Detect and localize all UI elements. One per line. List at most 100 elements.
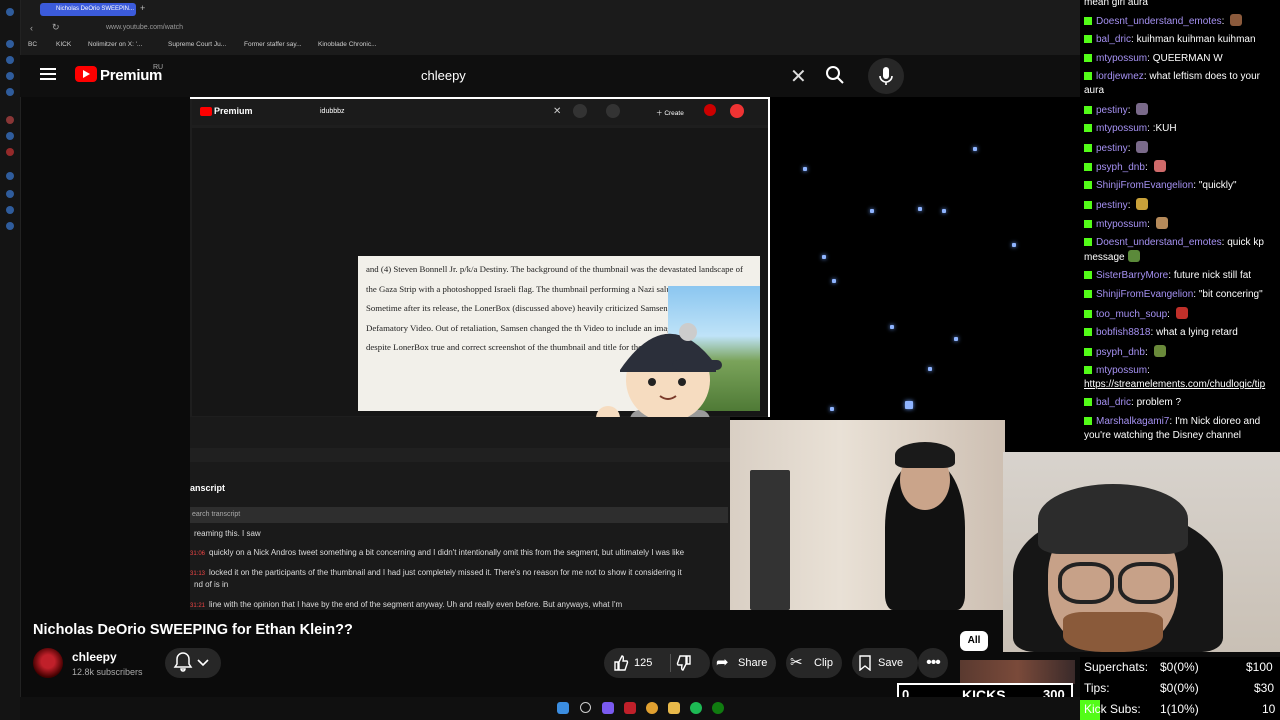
chat-username[interactable]: mtypossum <box>1096 219 1147 230</box>
bookmark-item[interactable]: KICK <box>56 41 71 48</box>
discord-icon[interactable] <box>602 702 614 714</box>
chat-username[interactable]: too_much_soup <box>1096 309 1167 320</box>
menu-icon[interactable] <box>40 68 56 80</box>
sidebar-app-icon[interactable] <box>6 8 14 16</box>
chat-username[interactable]: pestiny <box>1096 105 1128 116</box>
chat-username[interactable]: mtypossum <box>1096 365 1147 376</box>
bookmark-item[interactable]: Kinoblade Chronic... <box>318 41 377 48</box>
transcript-line: reaming this. I saw <box>194 529 261 538</box>
browser-tab[interactable]: Nicholas DeOrio SWEEPIN... <box>40 3 136 16</box>
search-input[interactable] <box>408 58 816 94</box>
like-dislike-group: 125 <box>604 648 710 678</box>
search-icon[interactable] <box>580 702 591 713</box>
recommended-thumbnail[interactable] <box>960 660 1075 684</box>
thumbs-down-icon <box>676 655 691 671</box>
chat-username[interactable]: Marshalkagami7 <box>1096 416 1169 427</box>
particle <box>832 279 836 283</box>
notification-icon <box>704 104 716 116</box>
chrome-icon[interactable] <box>646 702 658 714</box>
chat-message: lordjewnez: what leftism does to your au… <box>1084 71 1260 96</box>
chat-username[interactable]: SisterBarryMore <box>1096 270 1168 281</box>
chat-username[interactable]: psyph_dnb <box>1096 347 1145 358</box>
chat-username[interactable]: bal_dric <box>1096 397 1131 408</box>
more-actions-icon[interactable]: ••• <box>918 648 948 678</box>
chat-text: future nick still fat <box>1173 270 1252 281</box>
new-tab-icon[interactable]: + <box>140 3 145 13</box>
windows-start-icon[interactable] <box>557 702 569 714</box>
kick-badge-icon <box>1084 124 1092 132</box>
sidebar-app-icon[interactable] <box>6 56 14 64</box>
chat-emote-icon <box>1136 198 1149 210</box>
sidebar-app-icon[interactable] <box>6 222 14 230</box>
share-label: Share <box>738 657 768 669</box>
kick-badge-icon <box>1084 17 1092 25</box>
chat-username[interactable]: bal_dric <box>1096 34 1131 45</box>
spotify-icon[interactable] <box>690 702 702 714</box>
search-icon[interactable] <box>824 64 846 86</box>
reload-icon[interactable]: ↻ <box>52 22 60 33</box>
clip-label: Clip <box>814 657 833 669</box>
kick-badge-icon <box>1084 328 1092 336</box>
sidebar-app-icon[interactable] <box>6 40 14 48</box>
search-query[interactable]: chleepy <box>421 68 466 83</box>
bookmark-item[interactable]: Former staffer say... <box>244 41 302 48</box>
address-bar[interactable]: www.youtube.com/watch <box>106 24 183 31</box>
kick-badge-icon <box>1084 35 1092 43</box>
sidebar-app-icon[interactable] <box>6 206 14 214</box>
save-button[interactable]: Save <box>852 648 918 678</box>
clip-button[interactable]: ✂ Clip <box>786 648 842 678</box>
dislike-button[interactable] <box>674 648 694 690</box>
microphone-icon <box>879 67 893 85</box>
chat-username[interactable]: mtypossum <box>1096 53 1147 64</box>
kick-badge-icon <box>1084 220 1092 228</box>
folder-icon[interactable] <box>668 702 680 714</box>
chat-emote-icon <box>1127 250 1140 262</box>
sidebar-app-icon[interactable] <box>6 190 14 198</box>
app-icon[interactable] <box>624 702 636 714</box>
sidebar-app-icon[interactable] <box>6 172 14 180</box>
glasses-icon <box>1058 562 1114 604</box>
sidebar-app-icon[interactable] <box>6 132 14 140</box>
xbox-icon[interactable] <box>712 702 724 714</box>
particle <box>830 407 834 411</box>
youtube-logo-icon[interactable] <box>75 66 97 82</box>
back-icon[interactable]: ‹ <box>30 23 33 33</box>
bookmark-item[interactable]: Supreme Court Ju... <box>168 41 226 48</box>
chat-username[interactable]: pestiny <box>1096 200 1128 211</box>
sidebar-app-icon[interactable] <box>6 148 14 156</box>
chat-username[interactable]: ShinjiFromEvangelion <box>1096 289 1193 300</box>
chat-username[interactable]: psyph_dnb <box>1096 162 1145 173</box>
chat-username[interactable]: ShinjiFromEvangelion <box>1096 180 1193 191</box>
chat-username[interactable]: Doesnt_understand_emotes <box>1096 16 1222 27</box>
chat-message: mtypossum: https://streamelements.com/ch… <box>1084 365 1266 390</box>
clear-search-icon[interactable]: ✕ <box>790 64 807 89</box>
bookmark-item[interactable]: BC <box>28 41 37 48</box>
channel-avatar[interactable] <box>33 648 63 678</box>
chat-username[interactable]: mtypossum <box>1096 123 1147 134</box>
chat-username[interactable]: lordjewnez <box>1096 71 1144 82</box>
filter-chip-all[interactable]: All <box>960 631 988 651</box>
channel-name[interactable]: chleepy <box>72 650 117 664</box>
sidebar-app-icon[interactable] <box>6 72 14 80</box>
region-label: RU <box>153 64 164 71</box>
chat-username[interactable]: pestiny <box>1096 143 1128 154</box>
sidebar-app-icon[interactable] <box>6 88 14 96</box>
subscribe-bell-button[interactable] <box>165 648 221 678</box>
chat-message: bal_dric: problem ? <box>1084 396 1276 410</box>
video-title: Nicholas DeOrio SWEEPING for Ethan Klein… <box>33 622 353 638</box>
like-button[interactable] <box>612 648 630 690</box>
save-label: Save <box>878 657 904 669</box>
guest-hair <box>895 442 955 468</box>
voice-search-button[interactable] <box>868 58 904 94</box>
like-count[interactable]: 125 <box>634 648 652 678</box>
share-button[interactable]: ➦ Share <box>712 648 776 678</box>
chat-username[interactable]: bobfish8818 <box>1096 327 1151 338</box>
chat-link[interactable]: https://streamelements.com/chudlogic/tip <box>1084 379 1265 390</box>
kick-badge-icon <box>1084 238 1092 246</box>
bookmark-item[interactable]: Nolimitzer on X: '... <box>88 41 142 48</box>
chat-emote-icon <box>1230 14 1243 26</box>
sidebar-app-icon[interactable] <box>6 116 14 124</box>
chat-username[interactable]: Doesnt_understand_emotes <box>1096 237 1222 248</box>
chat-text: kuihman kuihman kuihman <box>1136 34 1256 45</box>
chat-message: Doesnt_understand_emotes: quick kp messa… <box>1084 237 1264 263</box>
